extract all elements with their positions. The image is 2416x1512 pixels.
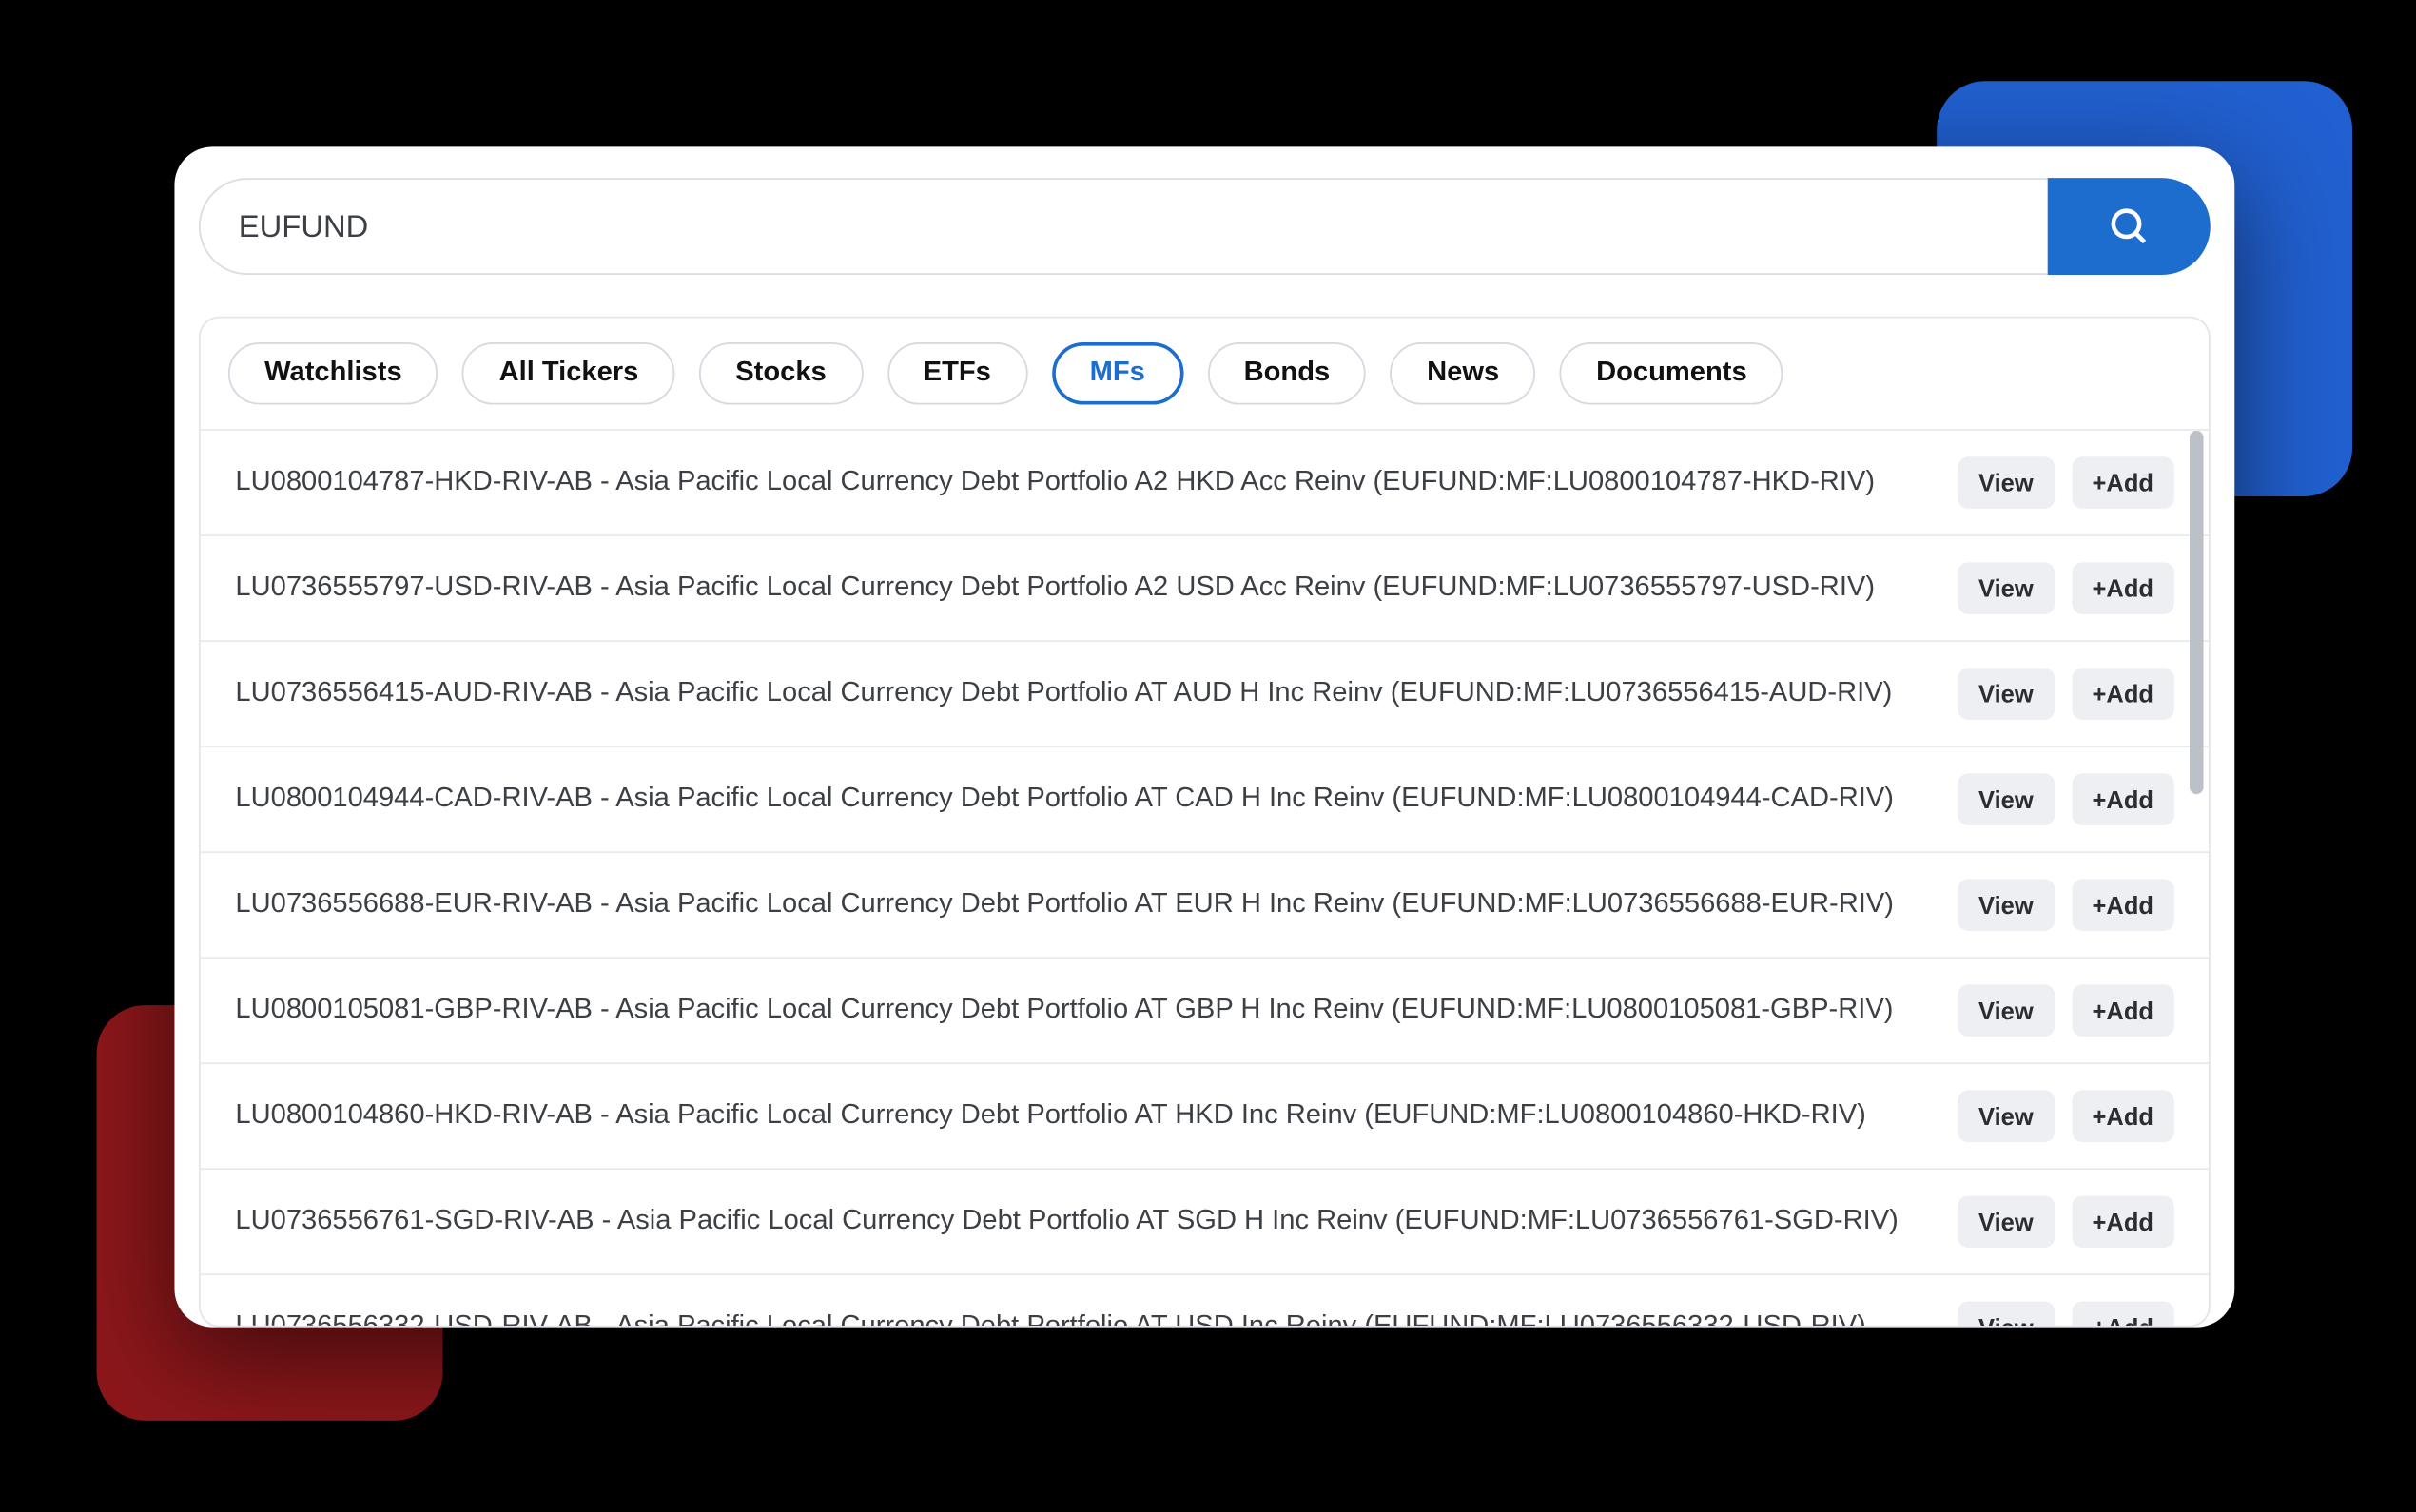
tab-mfs[interactable]: MFs (1052, 342, 1183, 405)
tab-label: Documents (1596, 358, 1747, 389)
add-button[interactable]: +Add (2071, 879, 2173, 931)
add-button[interactable]: +Add (2071, 1090, 2173, 1142)
view-button[interactable]: View (1958, 773, 2054, 825)
result-row: LU0800104787-HKD-RIV-AB - Asia Pacific L… (201, 431, 2209, 536)
tab-all-tickers[interactable]: All Tickers (462, 342, 674, 405)
tab-label: Stocks (735, 358, 826, 389)
add-button[interactable]: +Add (2071, 1301, 2173, 1325)
row-actions: View +Add (1958, 984, 2174, 1037)
result-label: LU0800104944-CAD-RIV-AB - Asia Pacific L… (235, 784, 1958, 815)
result-label: LU0736556415-AUD-RIV-AB - Asia Pacific L… (235, 678, 1958, 709)
result-label: LU0800104787-HKD-RIV-AB - Asia Pacific L… (235, 467, 1958, 498)
tab-documents[interactable]: Documents (1560, 342, 1783, 405)
results-container: Watchlists All Tickers Stocks ETFs MFs Bonds N… (199, 317, 2211, 1328)
search-bar (199, 178, 2211, 275)
tab-label: Bonds (1244, 358, 1331, 389)
add-button[interactable]: +Add (2071, 562, 2173, 614)
result-label: LU0736555797-USD-RIV-AB - Asia Pacific L… (235, 572, 1958, 604)
result-label: LU0736556688-EUR-RIV-AB - Asia Pacific L… (235, 889, 1958, 921)
view-button[interactable]: View (1958, 879, 2054, 931)
tab-label: News (1427, 358, 1499, 389)
result-label: LU0800105081-GBP-RIV-AB - Asia Pacific L… (235, 995, 1958, 1026)
view-button[interactable]: View (1958, 1301, 2054, 1325)
result-row: LU0736556688-EUR-RIV-AB - Asia Pacific L… (201, 853, 2209, 959)
search-icon (2108, 205, 2150, 247)
search-input[interactable] (199, 178, 2048, 275)
search-button[interactable] (2048, 178, 2211, 275)
result-row: LU0800104944-CAD-RIV-AB - Asia Pacific L… (201, 747, 2209, 853)
row-actions: View +Add (1958, 773, 2174, 825)
tab-label: ETFs (924, 358, 991, 389)
tab-bonds[interactable]: Bonds (1207, 342, 1366, 405)
add-button[interactable]: +Add (2071, 1195, 2173, 1248)
view-button[interactable]: View (1958, 1195, 2054, 1248)
results-list: LU0800104787-HKD-RIV-AB - Asia Pacific L… (201, 431, 2209, 1326)
row-actions: View +Add (1958, 456, 2174, 509)
result-row: LU0736556761-SGD-RIV-AB - Asia Pacific L… (201, 1170, 2209, 1275)
row-actions: View +Add (1958, 1090, 2174, 1142)
result-row: LU0736556332-USD-RIV-AB - Asia Pacific L… (201, 1275, 2209, 1326)
result-label: LU0736556761-SGD-RIV-AB - Asia Pacific L… (235, 1206, 1958, 1237)
add-button[interactable]: +Add (2071, 456, 2173, 509)
result-label: LU0736556332-USD-RIV-AB - Asia Pacific L… (235, 1311, 1958, 1326)
tab-label: MFs (1090, 358, 1145, 389)
view-button[interactable]: View (1958, 1090, 2054, 1142)
row-actions: View +Add (1958, 879, 2174, 931)
result-row: LU0800105081-GBP-RIV-AB - Asia Pacific L… (201, 959, 2209, 1064)
view-button[interactable]: View (1958, 984, 2054, 1037)
search-panel: Watchlists All Tickers Stocks ETFs MFs Bonds N… (174, 146, 2234, 1327)
row-actions: View +Add (1958, 668, 2174, 720)
result-row: LU0736556415-AUD-RIV-AB - Asia Pacific L… (201, 642, 2209, 747)
scrollbar[interactable] (2190, 431, 2204, 794)
tab-watchlists[interactable]: Watchlists (228, 342, 438, 405)
view-button[interactable]: View (1958, 668, 2054, 720)
add-button[interactable]: +Add (2071, 773, 2173, 825)
result-row: LU0800104860-HKD-RIV-AB - Asia Pacific L… (201, 1064, 2209, 1170)
add-button[interactable]: +Add (2071, 668, 2173, 720)
add-button[interactable]: +Add (2071, 984, 2173, 1037)
tab-news[interactable]: News (1391, 342, 1536, 405)
row-actions: View +Add (1958, 1301, 2174, 1325)
tab-label: Watchlists (264, 358, 402, 389)
result-row: LU0736555797-USD-RIV-AB - Asia Pacific L… (201, 536, 2209, 642)
tab-etfs[interactable]: ETFs (887, 342, 1027, 405)
tab-stocks[interactable]: Stocks (699, 342, 863, 405)
row-actions: View +Add (1958, 562, 2174, 614)
tab-label: All Tickers (499, 358, 639, 389)
result-label: LU0800104860-HKD-RIV-AB - Asia Pacific L… (235, 1100, 1958, 1132)
view-button[interactable]: View (1958, 456, 2054, 509)
row-actions: View +Add (1958, 1195, 2174, 1248)
filter-tabs: Watchlists All Tickers Stocks ETFs MFs Bonds N… (201, 319, 2209, 431)
view-button[interactable]: View (1958, 562, 2054, 614)
